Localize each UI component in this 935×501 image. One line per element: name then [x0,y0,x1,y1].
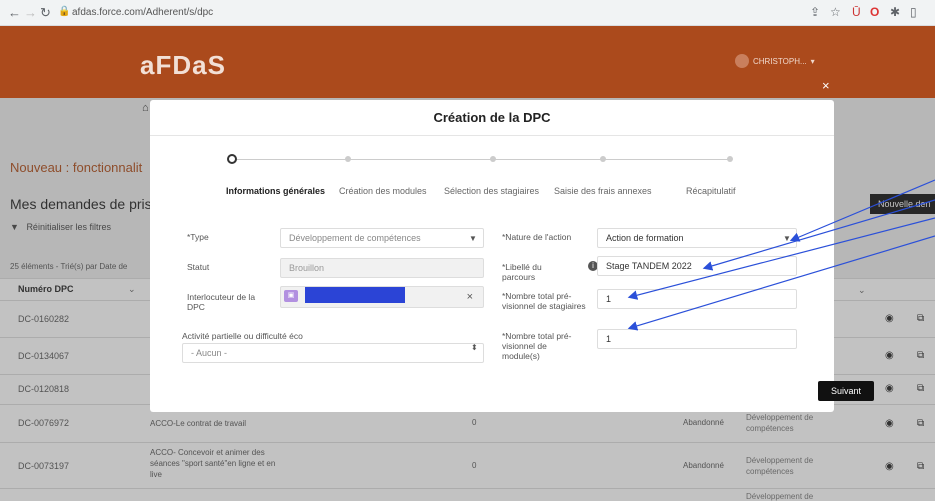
step-informations-generales[interactable]: Informations générales [226,186,325,196]
activite-label: Activité partielle ou difficulté éco [182,331,303,341]
browser-toolbar: ← → ↻ 🔒 afdas.force.com/Adherent/s/dpc ⇪… [0,0,935,26]
step-line [232,159,730,160]
statut-field: Brouillon [280,258,484,278]
select-arrows-icon: ⬍ [471,343,478,352]
interlocuteur-label: Interlocuteur de la DPC [187,292,256,312]
lock-icon: 🔒 [58,6,71,17]
nature-label: *Nature de l'action [502,232,572,242]
window-icon[interactable]: ▯ [910,5,917,19]
step-dot [600,156,606,162]
step-dot [727,156,733,162]
step-dot [345,156,351,162]
nb-stagiaires-input[interactable]: 1 [597,289,797,309]
type-value: Développement de compétences [289,233,421,243]
activite-value: - Aucun - [191,348,228,358]
address-bar[interactable]: afdas.force.com/Adherent/s/dpc [72,7,213,18]
next-button[interactable]: Suivant [818,381,874,401]
nb-modules-value: 1 [606,334,612,344]
nature-select[interactable]: Action de formation [597,228,797,248]
chevron-down-icon: ▼ [783,234,791,243]
step-recapitulatif[interactable]: Récapitulatif [686,186,736,196]
clear-icon[interactable]: × [467,291,473,303]
statut-label: Statut [187,262,210,272]
puzzle-icon[interactable]: ✱ [890,5,900,19]
nb-stagiaires-label: *Nombre total pré-visionnel de stagiaire… [502,291,586,311]
user-name: CHRISTOPH... [753,56,807,66]
reload-icon[interactable]: ↻ [40,5,51,21]
redaction-box [305,287,405,303]
nb-modules-label: *Nombre total pré-visionnel de module(s) [502,331,572,361]
libelle-value: Stage TANDEM 2022 [606,261,692,271]
step-creation-modules[interactable]: Création des modules [339,186,427,196]
forward-icon[interactable]: → [24,5,37,20]
step-current-indicator [227,154,237,164]
type-select[interactable]: Développement de compétences [280,228,484,248]
nb-modules-input[interactable]: 1 [597,329,797,349]
libelle-label: *Libellé du parcours [502,262,542,282]
avatar [735,54,749,68]
activite-select[interactable]: - Aucun - [182,343,484,363]
statut-value: Brouillon [289,263,325,273]
site-header: aFDaS CHRISTOPH... ▾ × [0,26,935,98]
step-frais-annexes[interactable]: Saisie des frais annexes [554,186,652,196]
libelle-input[interactable]: Stage TANDEM 2022 [597,256,797,276]
star-icon[interactable]: ☆ [830,5,841,19]
type-label: *Type [187,232,209,242]
nb-stagiaires-value: 1 [606,294,612,304]
close-icon[interactable]: × [822,78,830,93]
back-icon[interactable]: ← [8,5,21,20]
opera-icon[interactable]: O [870,5,879,19]
share-icon[interactable]: ⇪ [810,5,820,19]
extension-icon[interactable]: Ū [852,5,861,19]
step-dot [490,156,496,162]
nature-value: Action de formation [606,233,684,243]
chevron-down-icon: ▼ [469,234,477,243]
progress-steps: Informations générales Création des modu… [200,150,760,200]
step-selection-stagiaires[interactable]: Sélection des stagiaires [444,186,539,196]
user-menu[interactable]: CHRISTOPH... ▾ [735,54,815,68]
contact-icon: ▣ [284,290,298,302]
afdas-logo[interactable]: aFDaS [140,50,226,81]
chevron-down-icon: ▾ [810,56,815,66]
modal-title: Création de la DPC [150,100,834,136]
